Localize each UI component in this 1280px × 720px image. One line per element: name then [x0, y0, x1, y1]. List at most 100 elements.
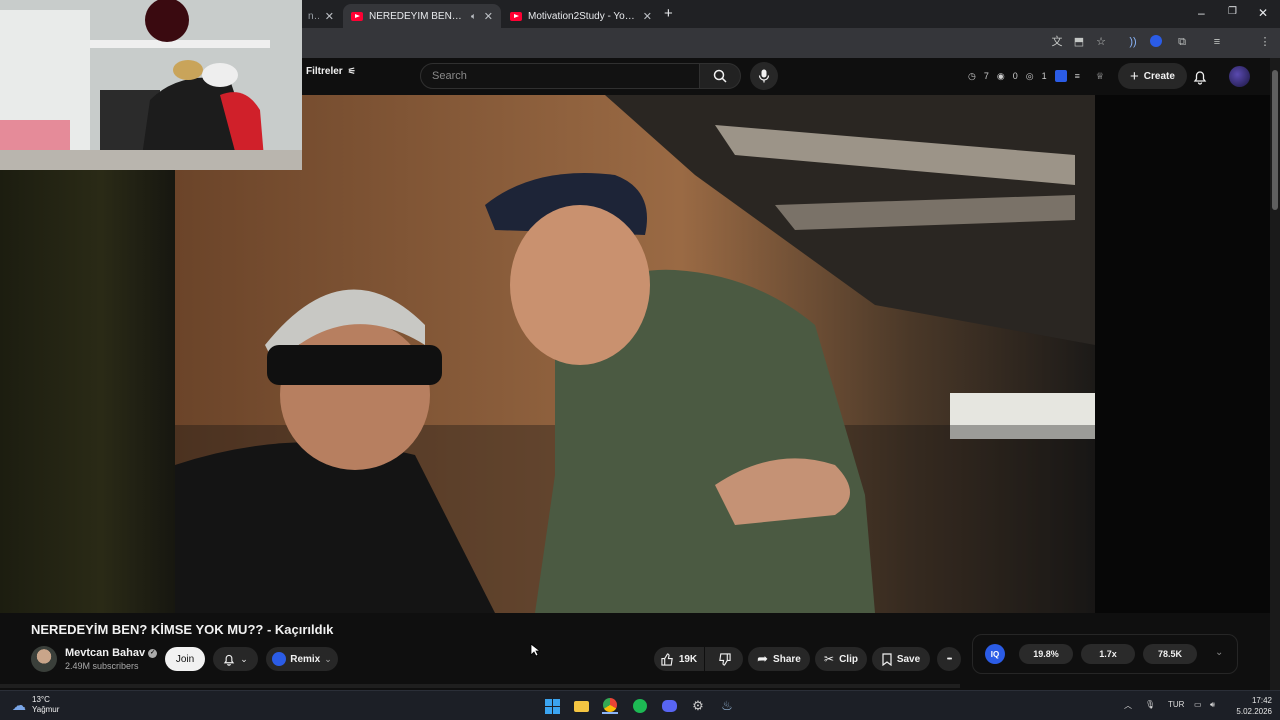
mouse-cursor-icon — [530, 643, 540, 657]
taskbar-clock[interactable]: 17:42 5.02.2026 — [1226, 695, 1272, 717]
filter-label: Filtreler — [306, 66, 343, 77]
stat-views: 7 — [983, 71, 989, 81]
queue-icon[interactable]: ≡ — [1075, 71, 1080, 81]
tab-title: NEREDEYİM BEN? KİMSE YOK MU?? - Kaçırıld… — [369, 10, 465, 22]
volume-icon[interactable]: 🔊︎ — [1210, 700, 1215, 710]
bell-icon — [224, 654, 235, 666]
microphone-tray-icon[interactable]: 🎙︎ — [1145, 700, 1155, 709]
subscription-bell-button[interactable]: ⌄ — [213, 647, 258, 671]
clock-icon: ◷ — [968, 70, 976, 81]
install-app-icon[interactable]: ⬒ — [1072, 35, 1086, 49]
close-window-button[interactable]: ✕ — [1258, 6, 1268, 20]
watch-icon: ◎ — [1025, 70, 1034, 81]
channel-avatar[interactable] — [31, 646, 57, 672]
channel-name-link[interactable]: Mevtcan Bahav ✓ — [65, 647, 158, 659]
tab-partial[interactable]: n Re ✕ — [300, 4, 342, 28]
tab-motivation2study[interactable]: Motivation2Study - YouTube ✕ — [502, 4, 660, 28]
iq-metric-2: 1.7x — [1081, 644, 1135, 664]
remix-iq-icon — [272, 652, 287, 666]
iq-extension-panel: IQ 19.8% 1.7x 78.5K ⌄ — [972, 634, 1238, 674]
steam-icon[interactable]: ♨ — [719, 698, 735, 714]
chevron-down-icon: ⌄ — [240, 653, 248, 664]
close-icon[interactable]: ✕ — [484, 10, 493, 23]
youtube-favicon-icon — [510, 11, 522, 21]
search-button[interactable] — [699, 63, 741, 89]
speaker-icon[interactable]: 🔈︎ — [471, 11, 476, 22]
file-explorer-icon[interactable] — [573, 698, 589, 714]
plus-icon: + — [1130, 67, 1139, 85]
subscriber-count: 2.49M subscribers — [65, 661, 139, 671]
extensions-puzzle-icon[interactable]: ⧉ — [1175, 35, 1189, 49]
minimize-button[interactable]: – — [1198, 6, 1205, 20]
webcam-image — [0, 0, 302, 170]
windows-taskbar: ☁ 13°C Yağmur ⚙ ♨ ︿ 🎙︎ TUR ▭ 🔊︎ 17:42 5.… — [0, 690, 1280, 720]
eye-icon: ◉ — [996, 70, 1005, 81]
close-icon[interactable]: ✕ — [643, 10, 652, 23]
extension-stats: ◷ 7 ◉ 0 ◎ 1 ≡ ♕ — [968, 70, 1104, 82]
scrollbar-thumb[interactable] — [1272, 70, 1278, 210]
video-title: NEREDEYİM BEN? KİMSE YOK MU?? - Kaçırıld… — [31, 622, 334, 637]
microphone-icon — [758, 69, 770, 83]
webcam-overlay — [0, 0, 302, 170]
new-tab-button[interactable]: + — [664, 5, 673, 22]
rain-cloud-icon: ☁ — [12, 696, 26, 713]
more-actions-button[interactable]: ••• — [937, 647, 961, 671]
save-label: Save — [896, 653, 921, 665]
account-avatar[interactable] — [1229, 66, 1250, 87]
scissors-icon: ✂ — [824, 652, 835, 666]
join-button[interactable]: Join — [165, 647, 205, 671]
video-frame-image — [175, 95, 1095, 613]
clip-label: Clip — [839, 653, 858, 665]
spotify-icon[interactable] — [632, 698, 648, 714]
bookmark-star-icon[interactable]: ☆ — [1094, 35, 1108, 49]
iq-logo-icon: IQ — [985, 644, 1005, 664]
stat-eye: 0 — [1012, 71, 1018, 81]
share-button[interactable]: ➦ Share — [748, 647, 810, 671]
tray-overflow-chevron-icon[interactable]: ︿ — [1124, 700, 1132, 711]
search-input[interactable]: Search — [420, 63, 700, 89]
video-right-margin — [1095, 95, 1270, 613]
browser-menu-icon[interactable]: ⋮ — [1258, 35, 1272, 49]
close-icon[interactable]: ✕ — [325, 10, 334, 23]
like-count: 19K — [678, 653, 698, 665]
remix-label: Remix — [290, 653, 321, 665]
weather-widget[interactable]: ☁ 13°C Yağmur — [12, 695, 59, 715]
dislike-button[interactable] — [705, 647, 743, 671]
notification-bell-icon[interactable] — [1193, 69, 1207, 85]
bookmark-icon — [882, 652, 892, 666]
tab-title: n Re — [308, 10, 319, 22]
save-button[interactable]: Save — [872, 647, 930, 671]
like-button[interactable]: 19K — [654, 647, 704, 671]
remix-button[interactable]: Remix ⌄ — [266, 647, 338, 671]
trophy-icon[interactable]: ♕ — [1096, 71, 1104, 82]
voice-search-button[interactable] — [750, 62, 778, 90]
iq-extension-icon[interactable] — [1054, 70, 1067, 82]
iq-metric-3: 78.5K — [1143, 644, 1197, 664]
restore-button[interactable]: ❐ — [1228, 6, 1237, 17]
clip-button[interactable]: ✂ Clip — [815, 647, 867, 671]
chrome-icon[interactable] — [602, 698, 618, 714]
tab-search-icon[interactable]: ≡ — [1210, 35, 1224, 49]
settings-gear-icon[interactable]: ⚙ — [690, 698, 706, 714]
search-icon — [713, 69, 727, 83]
network-icon[interactable]: ▭ — [1194, 700, 1202, 709]
discord-icon[interactable] — [661, 698, 677, 714]
youtube-favicon-icon — [351, 11, 363, 21]
video-player[interactable] — [175, 95, 1095, 613]
clock-date: 5.02.2026 — [1236, 707, 1272, 716]
weather-temp: 13°C — [32, 695, 50, 704]
extension-audio-icon[interactable]: )) — [1126, 35, 1140, 49]
thumbs-up-icon — [661, 652, 673, 666]
filter-button[interactable]: Filtreler ⚟ — [306, 66, 356, 77]
search-placeholder: Search — [432, 70, 467, 82]
more-icon: ••• — [946, 655, 952, 663]
create-button[interactable]: + Create — [1118, 63, 1187, 89]
windows-start-icon[interactable] — [544, 698, 560, 714]
chevron-down-icon[interactable]: ⌄ — [1215, 647, 1223, 658]
extension-iq-icon[interactable] — [1150, 35, 1164, 49]
share-icon: ➦ — [757, 651, 769, 666]
language-indicator[interactable]: TUR — [1168, 700, 1184, 709]
translate-icon[interactable]: 文 — [1050, 35, 1064, 49]
chevron-down-icon: ⌄ — [324, 653, 332, 664]
tab-active-video[interactable]: NEREDEYİM BEN? KİMSE YOK MU?? - Kaçırıld… — [343, 4, 501, 28]
